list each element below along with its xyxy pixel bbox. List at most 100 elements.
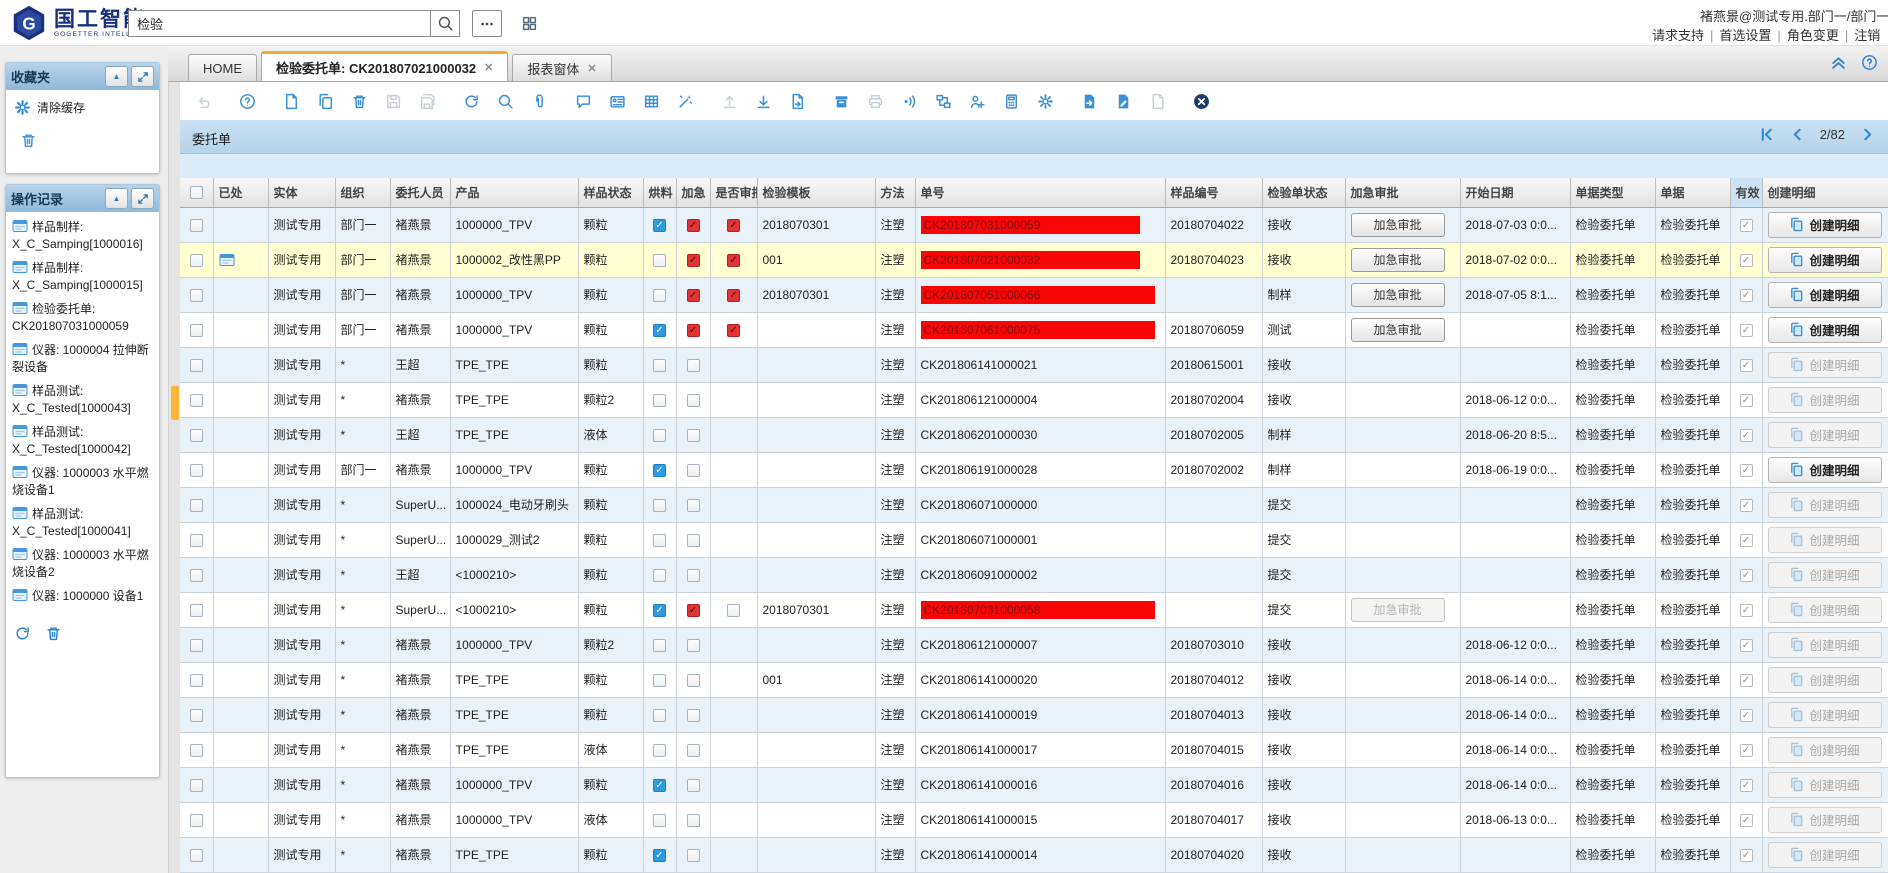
block-user-icon[interactable]	[1190, 90, 1212, 112]
refresh-icon[interactable]	[460, 90, 482, 112]
row-select-checkbox[interactable]	[190, 254, 203, 267]
dry-material-checkbox[interactable]: ✓	[653, 464, 666, 477]
dry-material-checkbox[interactable]	[653, 359, 666, 372]
expand-panel-button[interactable]	[131, 188, 154, 209]
urgent-checkbox[interactable]	[687, 849, 700, 862]
select-all-header[interactable]	[180, 178, 213, 207]
row-select-checkbox[interactable]	[190, 394, 203, 407]
dry-material-checkbox[interactable]	[653, 499, 666, 512]
column-header[interactable]: 创建明细	[1762, 178, 1888, 207]
column-header[interactable]: 样品编号	[1165, 178, 1262, 207]
approve-checkbox[interactable]: ✓	[727, 324, 740, 337]
column-header[interactable]: 委托人员	[390, 178, 450, 207]
urgent-checkbox[interactable]	[687, 534, 700, 547]
link-preferences[interactable]: 首选设置	[1719, 28, 1771, 43]
urgent-checkbox[interactable]: ✓	[687, 219, 700, 232]
history-item[interactable]: 样品制样: X_C_Samping[1000015]	[12, 260, 153, 294]
urgent-checkbox[interactable]	[687, 464, 700, 477]
calculator-icon[interactable]	[1000, 90, 1022, 112]
table-row[interactable]: 测试专用*SuperU...1000029_测试2颗粒注塑CK201806071…	[180, 522, 1888, 557]
first-page-icon[interactable]	[1758, 126, 1775, 143]
dry-material-checkbox[interactable]: ✓	[653, 779, 666, 792]
splitter-strip[interactable]	[168, 46, 180, 873]
urgent-approve-button[interactable]: 加急审批	[1351, 318, 1445, 342]
archive-box-icon[interactable]	[830, 90, 852, 112]
collapse-panel-button[interactable]: ▲	[105, 66, 128, 87]
approve-checkbox[interactable]: ✓	[727, 289, 740, 302]
urgent-checkbox[interactable]: ✓	[687, 604, 700, 617]
comment-icon[interactable]	[572, 90, 594, 112]
search-input[interactable]	[128, 10, 430, 37]
column-header[interactable]: 实体	[268, 178, 335, 207]
column-header[interactable]: 单号	[915, 178, 1165, 207]
urgent-checkbox[interactable]: ✓	[687, 324, 700, 337]
dry-material-checkbox[interactable]: ✓	[653, 219, 666, 232]
expand-panel-button[interactable]	[131, 66, 154, 87]
row-select-checkbox[interactable]	[190, 779, 203, 792]
column-header[interactable]: 方法	[875, 178, 915, 207]
dry-material-checkbox[interactable]	[653, 639, 666, 652]
urgent-checkbox[interactable]: ✓	[687, 254, 700, 267]
history-item[interactable]: 仪器: 1000000 设备1	[12, 588, 153, 605]
urgent-checkbox[interactable]	[687, 779, 700, 792]
row-select-checkbox[interactable]	[190, 569, 203, 582]
column-header[interactable]: 烘料	[643, 178, 676, 207]
table-row[interactable]: 测试专用*褚燕景TPE_TPE颗粒✓注塑CK201806141000014201…	[180, 837, 1888, 872]
dry-material-checkbox[interactable]	[653, 534, 666, 547]
next-page-icon[interactable]	[1859, 126, 1876, 143]
attachment-icon[interactable]	[528, 90, 550, 112]
document-export-icon[interactable]	[1078, 90, 1100, 112]
close-tab-icon[interactable]: ✕	[587, 62, 596, 75]
column-header[interactable]: 检验模板	[757, 178, 875, 207]
tab-inspection-order[interactable]: 检验委托单: CK201807021000032✕	[261, 51, 508, 81]
row-select-checkbox[interactable]	[190, 429, 203, 442]
dry-material-checkbox[interactable]	[653, 744, 666, 757]
table-grid-icon[interactable]	[640, 90, 662, 112]
table-row[interactable]: 测试专用部门一褚燕景1000002_改性黑PP颗粒✓✓001注塑CK201807…	[180, 242, 1888, 277]
row-select-checkbox[interactable]	[190, 744, 203, 757]
workflow-copy-icon[interactable]	[932, 90, 954, 112]
splitter-handle[interactable]	[171, 386, 179, 420]
dry-material-checkbox[interactable]: ✓	[653, 324, 666, 337]
history-item[interactable]: 仪器: 1000003 水平燃烧设备1	[12, 465, 153, 499]
table-row[interactable]: 测试专用*褚燕景TPE_TPE颗粒2注塑CK201806121000004201…	[180, 382, 1888, 417]
new-document-icon[interactable]	[280, 90, 302, 112]
urgent-checkbox[interactable]: ✓	[687, 289, 700, 302]
history-item[interactable]: 仪器: 1000004 拉伸断裂设备	[12, 342, 153, 376]
settings-gear-icon[interactable]	[1034, 90, 1056, 112]
magic-wand-icon[interactable]	[674, 90, 696, 112]
urgent-checkbox[interactable]	[687, 674, 700, 687]
link-request-support[interactable]: 请求支持	[1652, 28, 1704, 43]
column-header[interactable]: 有效	[1730, 178, 1762, 207]
column-header[interactable]: 样品状态	[578, 178, 643, 207]
urgent-checkbox[interactable]	[687, 394, 700, 407]
urgent-checkbox[interactable]	[687, 814, 700, 827]
dry-material-checkbox[interactable]	[653, 674, 666, 687]
search-icon[interactable]	[494, 90, 516, 112]
dry-material-checkbox[interactable]	[653, 394, 666, 407]
form-card-icon[interactable]	[606, 90, 628, 112]
dry-material-checkbox[interactable]	[653, 709, 666, 722]
urgent-checkbox[interactable]	[687, 359, 700, 372]
row-select-checkbox[interactable]	[190, 849, 203, 862]
search-button[interactable]	[430, 10, 460, 37]
download-icon[interactable]	[752, 90, 774, 112]
create-detail-button[interactable]: 创建明细	[1768, 282, 1882, 308]
table-row[interactable]: 测试专用*褚燕景1000000_TPV颗粒✓注塑CK20180614100001…	[180, 767, 1888, 802]
dry-material-checkbox[interactable]	[653, 289, 666, 302]
row-select-checkbox[interactable]	[190, 639, 203, 652]
create-detail-button[interactable]: 创建明细	[1768, 212, 1882, 238]
table-row[interactable]: 测试专用*褚燕景1000000_TPV液体注塑CK201806141000015…	[180, 802, 1888, 837]
urgent-checkbox[interactable]	[687, 744, 700, 757]
history-item[interactable]: 样品测试: X_C_Tested[1000041]	[12, 506, 153, 540]
link-logout[interactable]: 注销	[1854, 28, 1880, 43]
table-row[interactable]: 测试专用部门一褚燕景1000000_TPV颗粒✓✓✓2018070301注塑CK…	[180, 207, 1888, 242]
close-tab-icon[interactable]: ✕	[484, 61, 493, 74]
document-edit-icon[interactable]	[1112, 90, 1134, 112]
table-row[interactable]: 测试专用*王超TPE_TPE液体注塑CK20180620100003020180…	[180, 417, 1888, 452]
create-detail-button[interactable]: 创建明细	[1768, 457, 1882, 483]
table-row[interactable]: 测试专用部门一褚燕景1000000_TPV颗粒✓✓✓注塑CK2018070610…	[180, 312, 1888, 347]
link-change-role[interactable]: 角色变更	[1787, 28, 1839, 43]
approve-checkbox[interactable]	[727, 604, 740, 617]
urgent-checkbox[interactable]	[687, 429, 700, 442]
